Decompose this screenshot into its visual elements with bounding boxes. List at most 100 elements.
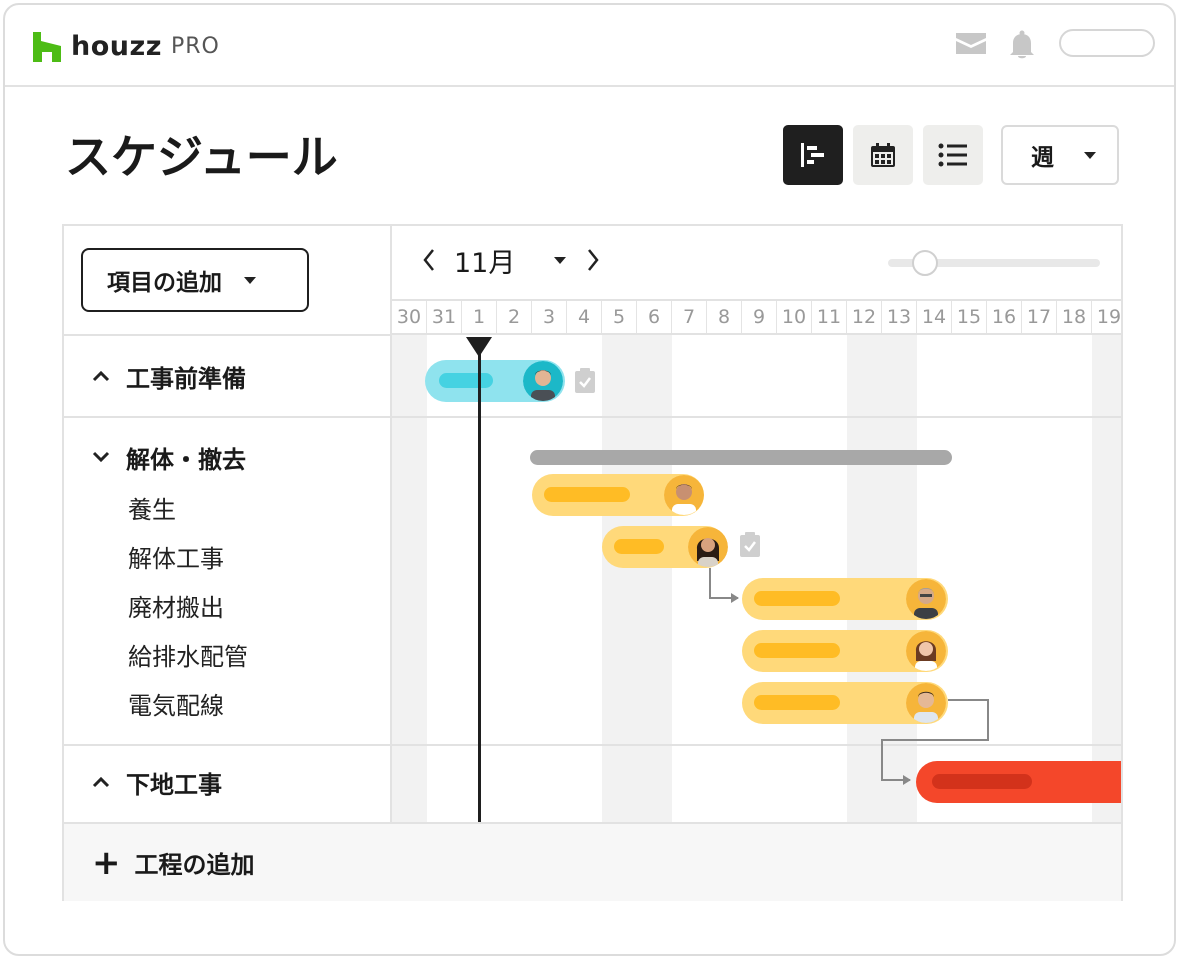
app-window: houzz PRO スケジュール 週 項目の追加 工事前準備 解体・撤去 養生 … (3, 3, 1176, 956)
brand-suffix: PRO (170, 34, 220, 59)
avatar-woman-1 (688, 527, 728, 567)
task-progress (754, 591, 840, 606)
date-cell: 15 (952, 301, 987, 333)
weekend-shade (602, 335, 672, 822)
add-phase-button[interactable]: + 工程の追加 (64, 822, 1121, 901)
mail-icon[interactable] (955, 30, 987, 60)
calendar-view-button[interactable] (853, 125, 913, 185)
avatar-man-3 (906, 579, 946, 619)
user-menu-pill[interactable] (1059, 29, 1155, 57)
weekend-shade (392, 335, 427, 822)
avatar[interactable] (906, 631, 946, 671)
chevron-down-icon (244, 276, 256, 284)
checklist-icon[interactable] (739, 532, 761, 558)
task-progress (932, 774, 1032, 789)
divider (64, 744, 390, 746)
task-progress (754, 643, 840, 658)
date-cell: 5 (602, 301, 637, 333)
task-label[interactable]: 廃材搬出 (128, 588, 224, 623)
add-item-button[interactable]: 項目の追加 (81, 248, 309, 312)
date-cell: 11 (812, 301, 847, 333)
brand-name: houzz (71, 31, 162, 62)
date-cell: 13 (882, 301, 917, 333)
task-bar-groundwork[interactable] (916, 761, 1121, 803)
group-summary-bar[interactable] (530, 450, 952, 465)
group-row-groundwork[interactable]: 下地工事 (64, 762, 390, 802)
gantt-timeline: 11月 30 31 1 2 3 4 5 6 7 8 9 10 11 12 13 14 15 16 17 18 19 (392, 226, 1121, 899)
task-progress (614, 539, 664, 554)
weekend-shade (1092, 335, 1121, 822)
task-list-panel: 項目の追加 工事前準備 解体・撤去 養生 解体工事 廃材搬出 給排水配管 電気配… (64, 226, 392, 899)
list-icon (938, 143, 967, 167)
page-title: スケジュール (65, 130, 338, 184)
group-label: 工事前準備 (126, 364, 246, 393)
month-label[interactable]: 11月 (454, 241, 554, 280)
date-cell: 8 (707, 301, 742, 333)
houzz-logo-icon (33, 31, 61, 62)
avatar[interactable] (906, 579, 946, 619)
group-row-demolition[interactable]: 解体・撤去 (64, 437, 390, 477)
avatar-man-1 (523, 361, 563, 401)
schedule-grid: 項目の追加 工事前準備 解体・撤去 養生 解体工事 廃材搬出 給排水配管 電気配… (62, 224, 1123, 901)
chevron-up-icon[interactable] (92, 370, 110, 382)
bell-icon[interactable] (1007, 30, 1037, 64)
chevron-right-icon[interactable] (586, 248, 600, 272)
chevron-down-icon (1084, 151, 1096, 159)
task-label[interactable]: 給排水配管 (128, 637, 248, 672)
date-cell: 19 (1092, 301, 1121, 333)
avatar[interactable] (664, 475, 704, 515)
date-header-row: 30 31 1 2 3 4 5 6 7 8 9 10 11 12 13 14 15 16 17 18 19 (392, 299, 1121, 335)
add-phase-label: 工程の追加 (134, 851, 255, 879)
month-dropdown-icon[interactable] (554, 256, 566, 264)
top-bar: houzz PRO (5, 5, 1174, 87)
period-select[interactable]: 週 (1001, 125, 1119, 185)
divider (392, 416, 1121, 418)
date-cell: 6 (637, 301, 672, 333)
date-cell: 2 (497, 301, 532, 333)
date-cell: 16 (987, 301, 1022, 333)
date-cell: 9 (742, 301, 777, 333)
avatar-woman-2 (906, 631, 946, 671)
avatar-man-4 (906, 683, 946, 723)
task-label[interactable]: 電気配線 (128, 686, 224, 721)
task-progress (544, 487, 630, 502)
task-progress (439, 373, 493, 388)
month-navigation: 11月 (422, 240, 600, 280)
chevron-up-icon[interactable] (92, 776, 110, 788)
checklist-icon[interactable] (574, 368, 596, 394)
plus-icon: + (92, 842, 121, 883)
group-row-prep[interactable]: 工事前準備 (64, 356, 390, 396)
task-label[interactable]: 養生 (128, 490, 176, 525)
chevron-down-icon[interactable] (92, 451, 110, 463)
chevron-left-icon[interactable] (422, 248, 436, 272)
avatar[interactable] (688, 527, 728, 567)
divider (64, 334, 390, 336)
period-select-value: 週 (1031, 145, 1054, 171)
group-label: 下地工事 (126, 770, 222, 799)
today-marker-icon (466, 337, 492, 357)
date-cell: 10 (777, 301, 812, 333)
date-cell: 30 (392, 301, 427, 333)
zoom-slider-handle[interactable] (912, 250, 938, 276)
list-view-button[interactable] (923, 125, 983, 185)
gantt-view-button[interactable] (783, 125, 843, 185)
avatar-man-2 (664, 475, 704, 515)
gantt-icon (801, 143, 824, 167)
houzz-pro-logo[interactable]: houzz PRO (33, 31, 220, 62)
date-cell: 18 (1057, 301, 1092, 333)
date-cell: 31 (427, 301, 462, 333)
avatar[interactable] (906, 683, 946, 723)
avatar[interactable] (523, 361, 563, 401)
date-cell: 1 (462, 301, 497, 333)
divider (392, 744, 1121, 746)
today-line (478, 340, 481, 822)
group-label: 解体・撤去 (126, 445, 246, 474)
add-item-label: 項目の追加 (107, 270, 222, 296)
divider (64, 416, 390, 418)
task-progress (754, 695, 840, 710)
date-cell: 3 (532, 301, 567, 333)
task-label[interactable]: 解体工事 (128, 539, 224, 574)
calendar-icon (871, 143, 895, 167)
date-cell: 4 (567, 301, 602, 333)
date-cell: 14 (917, 301, 952, 333)
